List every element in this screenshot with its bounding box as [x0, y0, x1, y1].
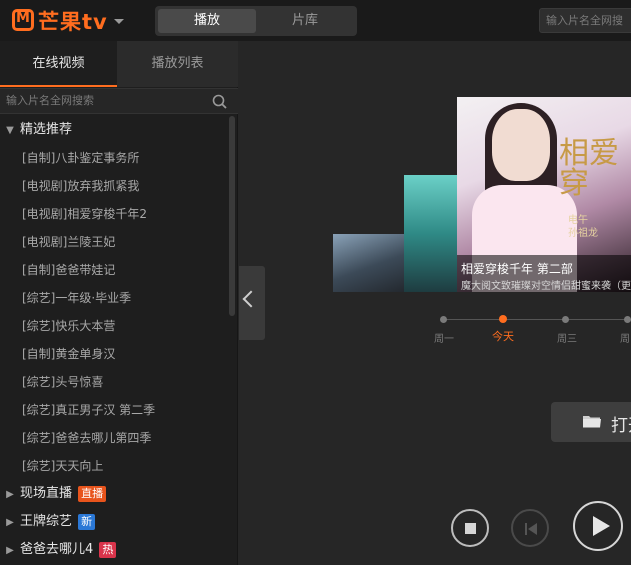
list-item[interactable]: [综艺]真正男子汉 第二季: [22, 396, 228, 424]
list-item[interactable]: [电视剧]放弃我抓紧我: [22, 172, 228, 200]
category-label: 精选推荐: [20, 122, 73, 137]
featured-subtitle: 魔大阅文致璀璨对空情侣甜蜜来袭（更新至: [461, 281, 631, 292]
skip-back-icon: [525, 523, 537, 535]
list-item[interactable]: [综艺]一年级·毕业季: [22, 284, 228, 312]
day-dot-selected[interactable]: [499, 315, 507, 323]
chevron-right-icon: ▶: [6, 517, 14, 528]
list-item[interactable]: [电视剧]相爱穿梭千年2: [22, 200, 228, 228]
list-item[interactable]: [电视剧]兰陵王妃: [22, 228, 228, 256]
day-dot[interactable]: [440, 316, 447, 323]
carousel-card-thumbnail[interactable]: [404, 175, 458, 292]
mango-logo-icon: [12, 9, 34, 31]
active-tab-indicator: [0, 85, 117, 87]
category-label: 现场直播: [20, 486, 73, 501]
top-search-input[interactable]: 输入片名全网搜: [539, 8, 631, 33]
sidebar-search-input[interactable]: 输入片名全网搜索: [0, 88, 238, 114]
chevron-down-icon: ▼: [6, 125, 14, 136]
carousel-card-thumbnail[interactable]: [333, 234, 405, 292]
open-file-label: 打开: [611, 416, 631, 436]
category-dad-where[interactable]: ▶ 爸爸去哪儿4 热: [0, 536, 228, 564]
sidebar-scrollbar[interactable]: [229, 116, 235, 316]
list-item[interactable]: [综艺]天天向上: [22, 452, 228, 480]
play-icon: [593, 516, 610, 536]
list-item[interactable]: [综艺]快乐大本营: [22, 312, 228, 340]
day-label[interactable]: 周一: [434, 330, 454, 345]
collapse-sidebar-button[interactable]: [239, 266, 265, 340]
tab-online-video[interactable]: 在线视频: [0, 41, 117, 87]
play-button[interactable]: [573, 501, 623, 551]
poster-title-text: 相爱穿: [559, 136, 619, 201]
category-featured[interactable]: ▼ 精选推荐: [0, 116, 228, 144]
list-item[interactable]: [自制]八卦鉴定事务所: [22, 144, 228, 172]
search-icon[interactable]: [212, 94, 227, 109]
app-logo-text: 芒果tv: [38, 10, 108, 34]
live-badge: 直播: [78, 485, 107, 502]
previous-button[interactable]: [511, 509, 549, 547]
day-label[interactable]: 周三: [557, 330, 577, 345]
list-item[interactable]: [综艺]头号惊喜: [22, 368, 228, 396]
new-badge: 新: [78, 513, 96, 530]
hot-badge: 热: [99, 541, 117, 558]
category-label: 王牌综艺: [20, 514, 73, 529]
chevron-right-icon: ▶: [6, 489, 14, 500]
stop-button[interactable]: [451, 509, 489, 547]
day-timeline: [443, 319, 631, 320]
list-item[interactable]: [自制]爸爸带娃记: [22, 256, 228, 284]
day-dot[interactable]: [562, 316, 569, 323]
list-item[interactable]: [自制]黄金单身汉: [22, 340, 228, 368]
tab-playlist[interactable]: 播放列表: [117, 41, 238, 87]
tab-library[interactable]: 片库: [256, 9, 354, 33]
chevron-down-icon[interactable]: [114, 19, 124, 24]
tab-play[interactable]: 播放: [158, 9, 256, 33]
folder-icon: [583, 416, 601, 428]
featured-title: 相爱穿梭千年 第二部: [461, 262, 573, 276]
stop-icon: [465, 523, 476, 534]
category-live[interactable]: ▶ 现场直播 直播: [0, 480, 228, 508]
poster-figure: [492, 109, 550, 181]
day-dot[interactable]: [624, 316, 631, 323]
category-label: 爸爸去哪儿4: [20, 542, 94, 557]
chevron-right-icon: ▶: [6, 545, 14, 556]
day-label[interactable]: 周: [620, 330, 630, 345]
category-variety[interactable]: ▶ 王牌综艺 新: [0, 508, 228, 536]
list-item[interactable]: [综艺]爸爸去哪儿第四季: [22, 424, 228, 452]
chevron-left-icon: [242, 290, 260, 308]
poster-subtitle-text: 电午 孙祖龙: [568, 215, 598, 239]
day-label-selected[interactable]: 今天: [492, 328, 514, 344]
